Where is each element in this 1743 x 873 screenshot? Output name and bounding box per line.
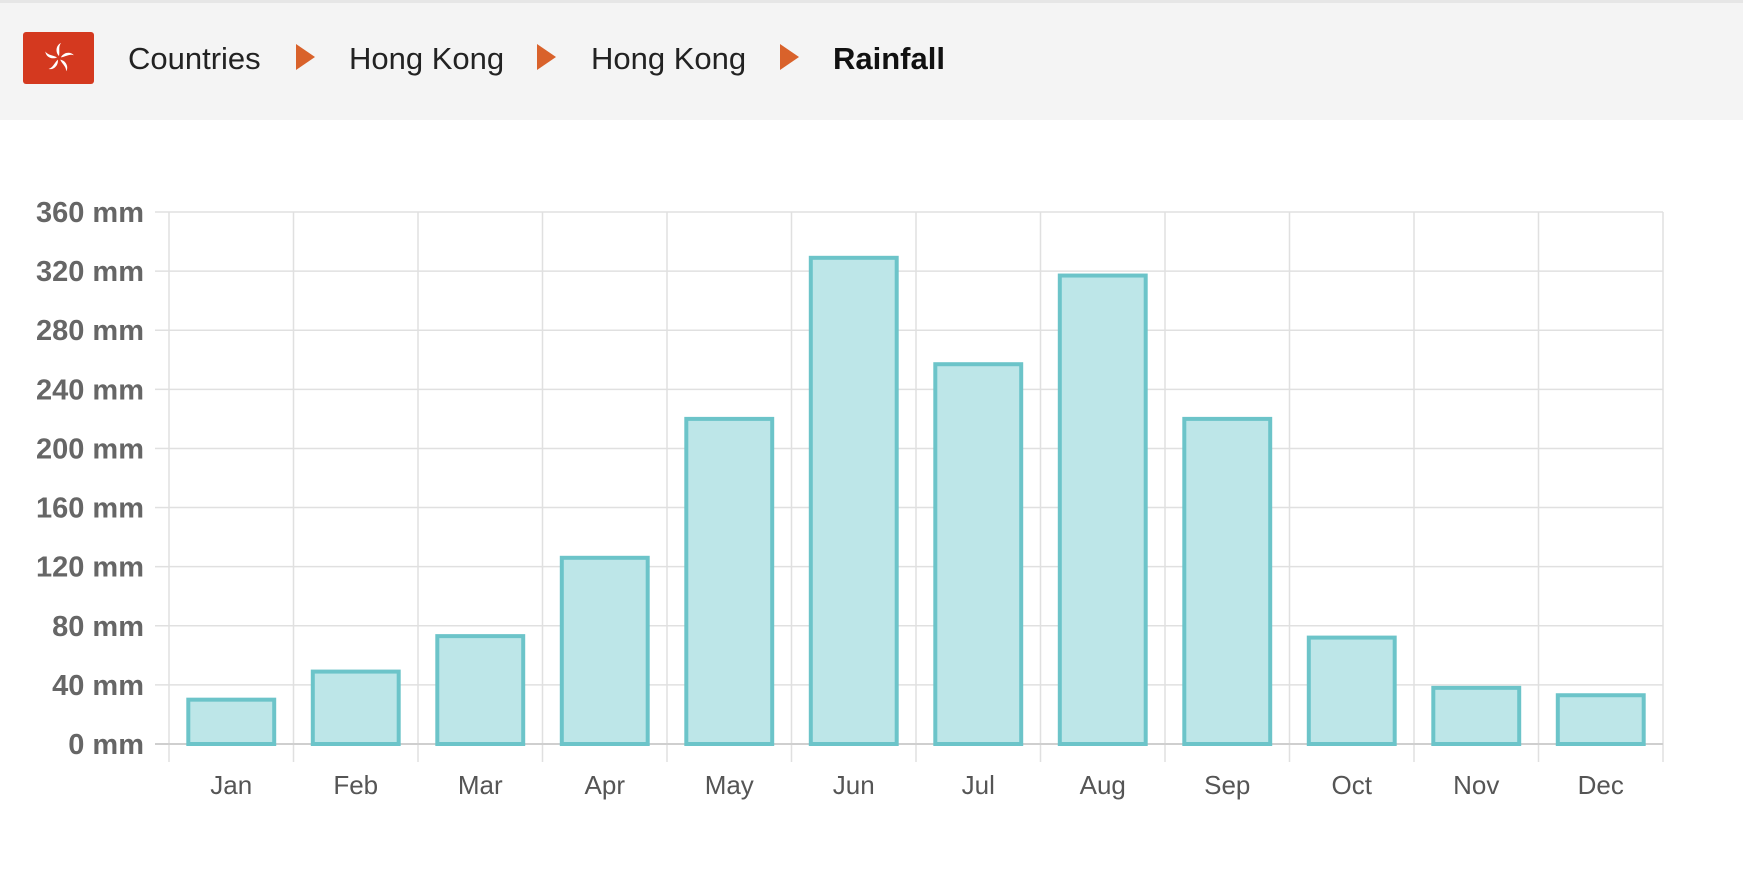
y-tick-label: 240 mm [36, 374, 144, 406]
bar-jan [186, 697, 277, 746]
y-tick-label: 160 mm [36, 493, 144, 525]
y-tick-label: 120 mm [36, 552, 144, 584]
x-tick-label: Mar [458, 770, 503, 800]
triangle-right-icon [296, 44, 315, 70]
bar-nov [1431, 685, 1522, 747]
y-tick-label: 360 mm [36, 197, 144, 229]
y-tick-label: 280 mm [36, 315, 144, 347]
breadcrumb-item-city[interactable]: Hong Kong [591, 40, 746, 78]
bar-jul [933, 362, 1024, 746]
y-tick-label: 200 mm [36, 433, 144, 465]
y-tick-label: 40 mm [52, 670, 144, 702]
x-tick-label: Apr [585, 770, 626, 800]
triangle-right-icon [780, 44, 799, 70]
bar-apr [559, 555, 650, 746]
breadcrumb-item-country[interactable]: Hong Kong [349, 40, 504, 78]
x-tick-label: Jan [210, 770, 252, 800]
y-tick-label: 0 mm [68, 729, 144, 761]
x-tick-label: Jun [833, 770, 875, 800]
y-tick-label: 320 mm [36, 256, 144, 288]
bar-jun [808, 255, 899, 747]
x-tick-label: Oct [1332, 770, 1373, 800]
rainfall-bar-chart: 0 mm 40 mm 80 mm 120 mm 160 mm 200 mm 240 mm 28… [36, 197, 1664, 800]
x-tick-label: Aug [1080, 770, 1126, 800]
bar-aug [1057, 273, 1148, 747]
x-tick-label: Sep [1204, 770, 1250, 800]
bauhinia-icon [44, 43, 74, 72]
x-tick-label: Nov [1453, 770, 1499, 800]
triangle-right-icon [537, 44, 556, 70]
bar-may [684, 416, 775, 746]
x-tick-label: Feb [333, 770, 378, 800]
y-tick-label: 80 mm [52, 611, 144, 643]
x-tick-label: Jul [962, 770, 995, 800]
x-tick-label: May [705, 770, 754, 800]
bar-sep [1182, 416, 1273, 746]
bar-feb [310, 669, 401, 747]
breadcrumb-item-countries[interactable]: Countries [128, 40, 261, 78]
bar-mar [435, 634, 526, 746]
breadcrumb-item-current: Rainfall [833, 41, 945, 76]
bar-dec [1555, 693, 1646, 747]
x-tick-label: Dec [1578, 770, 1624, 800]
rainfall-chart: 0 mm 40 mm 80 mm 120 mm 160 mm 200 mm 240 mm 28… [0, 190, 1743, 810]
breadcrumb: Countries Hong Kong Hong Kong Rainfall [0, 3, 1743, 120]
bar-oct [1306, 635, 1397, 747]
hong-kong-flag-icon[interactable] [23, 32, 94, 84]
